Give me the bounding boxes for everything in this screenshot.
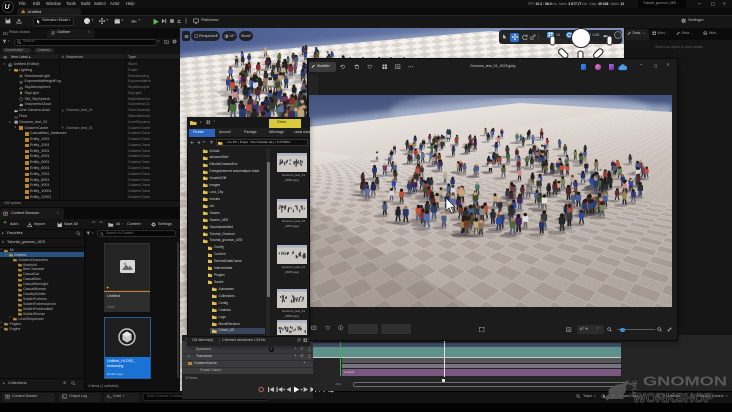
- svg-text:WORKSHOP: WORKSHOP: [633, 391, 713, 405]
- svg-text:GNOMON: GNOMON: [643, 374, 727, 389]
